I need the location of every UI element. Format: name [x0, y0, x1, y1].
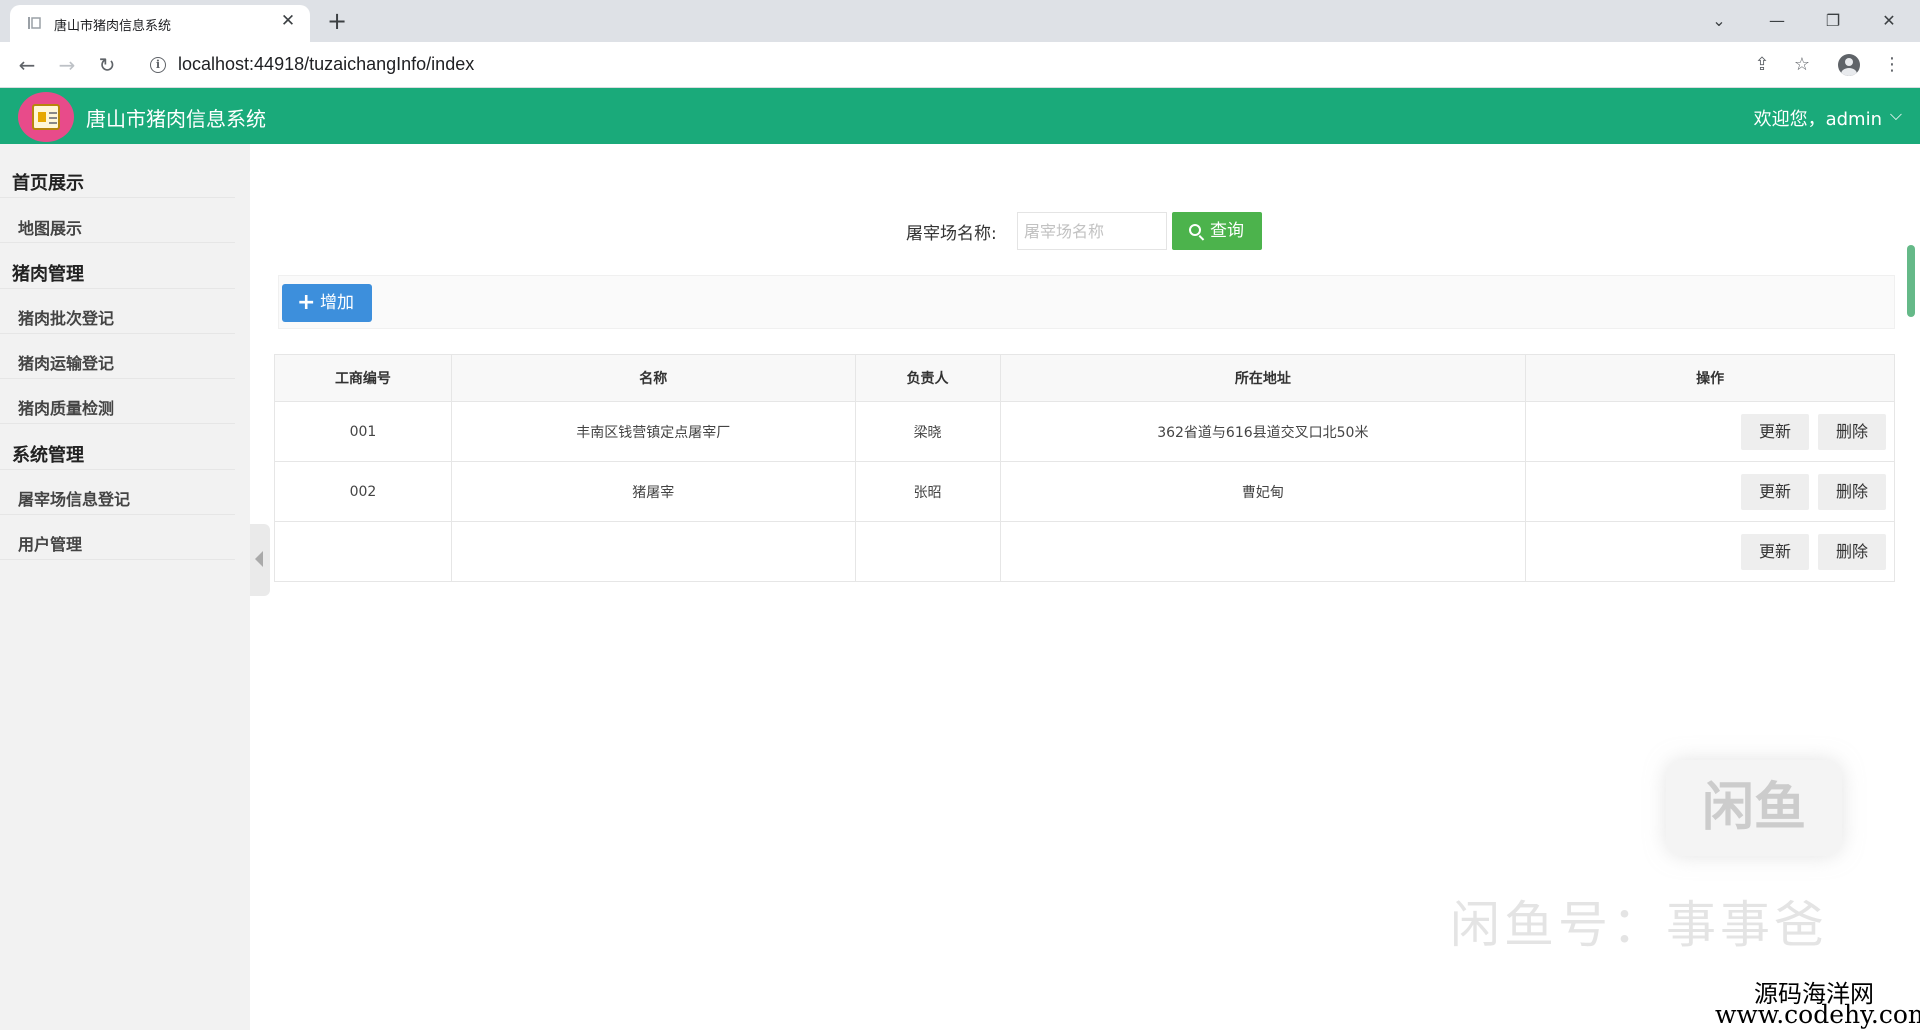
restore-icon[interactable]: ❐ [1818, 6, 1848, 36]
reload-icon[interactable]: ↻ [92, 50, 122, 80]
table-row: 更新 删除 [274, 521, 1895, 582]
sidebar-item-slaughterhouse[interactable]: 屠宰场信息登记 [18, 486, 130, 510]
sidebar-group-pork[interactable]: 猪肉管理 [12, 260, 84, 286]
add-button[interactable]: + 增加 [282, 284, 372, 322]
watermark-logo: 闲鱼 [1666, 760, 1842, 856]
browser-menu-icon[interactable]: ⋮ [1877, 50, 1907, 80]
browser-tab-bar: 唐山市猪肉信息系统 ✕ + ⌄ — ❐ ✕ [0, 0, 1920, 42]
app-header: 唐山市猪肉信息系统 欢迎您，admin ⌵ [0, 88, 1920, 144]
cell-manager: 张昭 [854, 461, 1001, 522]
update-button[interactable]: 更新 [1741, 413, 1809, 450]
close-window-icon[interactable]: ✕ [1874, 6, 1904, 36]
cell-manager: 梁晓 [854, 401, 1001, 462]
browser-toolbar: ← → ↻ i localhost:44918/tuzaichangInfo/i… [0, 42, 1920, 88]
column-header-address[interactable]: 所在地址 [999, 354, 1527, 402]
sidebar-item-quality[interactable]: 猪肉质量检测 [18, 395, 114, 419]
cell-address: 曹妃甸 [999, 461, 1527, 522]
forward-icon[interactable]: → [52, 50, 82, 80]
url-text[interactable]: localhost:44918/tuzaichangInfo/index [178, 54, 474, 75]
cell-actions: 更新 删除 [1525, 461, 1895, 522]
site-watermark-url: www.codehy.com [1715, 1000, 1920, 1029]
tab-title: 唐山市猪肉信息系统 [54, 18, 172, 33]
plus-icon: + [297, 290, 316, 315]
cell-code [274, 521, 452, 582]
table-toolbar: + 增加 [278, 275, 1895, 329]
search-button[interactable]: 查询 [1172, 212, 1262, 250]
table-header-row: 工商编号 名称 负责人 所在地址 操作 [274, 354, 1895, 402]
sidebar: 首页展示 地图展示 猪肉管理 猪肉批次登记 猪肉运输登记 猪肉质量检测 系统管理… [0, 144, 250, 1030]
app-logo [18, 92, 74, 142]
cell-address: 362省道与616县道交叉口北50米 [999, 401, 1527, 462]
cell-code: 002 [274, 461, 452, 522]
tab-close-icon[interactable]: ✕ [278, 11, 298, 31]
page-favicon-icon [28, 17, 41, 29]
delete-button[interactable]: 删除 [1818, 413, 1886, 450]
site-info-icon[interactable]: i [150, 57, 166, 73]
app-title: 唐山市猪肉信息系统 [86, 107, 266, 131]
cell-manager [854, 521, 1001, 582]
column-header-manager[interactable]: 负责人 [854, 354, 1001, 402]
chevron-down-icon[interactable]: ⌵ [1890, 105, 1902, 125]
share-icon[interactable]: ⇪ [1747, 50, 1777, 80]
user-menu[interactable]: 欢迎您，admin [1754, 105, 1882, 131]
cell-actions: 更新 删除 [1525, 401, 1895, 462]
column-header-name[interactable]: 名称 [450, 354, 856, 402]
cell-name [450, 521, 856, 582]
chevron-left-icon [255, 551, 263, 567]
sidebar-item-map[interactable]: 地图展示 [18, 215, 82, 239]
slaughterhouse-table: 工商编号 名称 负责人 所在地址 操作 001 丰南区钱营镇定点屠宰厂 梁晓 3… [274, 354, 1895, 582]
address-bar[interactable]: i localhost:44918/tuzaichangInfo/index [138, 48, 1718, 82]
column-header-actions: 操作 [1525, 354, 1895, 402]
tab-search-chevron-icon[interactable]: ⌄ [1704, 6, 1734, 36]
watermark-text: 闲鱼号：事事爸 [1450, 896, 1828, 954]
back-icon[interactable]: ← [12, 50, 42, 80]
profile-avatar-icon[interactable] [1838, 54, 1860, 76]
new-tab-icon[interactable]: + [324, 8, 350, 34]
search-button-label: 查询 [1210, 221, 1244, 241]
update-button[interactable]: 更新 [1741, 533, 1809, 570]
sidebar-item-users[interactable]: 用户管理 [18, 531, 82, 555]
sidebar-item-transport[interactable]: 猪肉运输登记 [18, 350, 114, 374]
cell-name: 猪屠宰 [450, 461, 856, 522]
minimize-icon[interactable]: — [1762, 6, 1792, 36]
sidebar-group-home[interactable]: 首页展示 [12, 169, 84, 195]
delete-button[interactable]: 删除 [1818, 533, 1886, 570]
cell-address [999, 521, 1527, 582]
search-label: 屠宰场名称: [906, 224, 997, 244]
search-input[interactable] [1017, 212, 1167, 250]
table-row: 001 丰南区钱营镇定点屠宰厂 梁晓 362省道与616县道交叉口北50米 更新… [274, 401, 1895, 462]
sidebar-collapse-button[interactable] [250, 524, 270, 596]
sidebar-item-batch[interactable]: 猪肉批次登记 [18, 305, 114, 329]
search-icon [1189, 224, 1201, 236]
add-button-label: 增加 [320, 293, 354, 313]
bookmark-star-icon[interactable]: ☆ [1787, 50, 1817, 80]
table-row: 002 猪屠宰 张昭 曹妃甸 更新 删除 [274, 461, 1895, 522]
update-button[interactable]: 更新 [1741, 473, 1809, 510]
page-scrollbar[interactable] [1907, 245, 1915, 317]
sidebar-group-system[interactable]: 系统管理 [12, 441, 84, 467]
browser-tab[interactable]: 唐山市猪肉信息系统 ✕ [10, 5, 310, 42]
cell-actions: 更新 删除 [1525, 521, 1895, 582]
delete-button[interactable]: 删除 [1818, 473, 1886, 510]
cell-code: 001 [274, 401, 452, 462]
column-header-code[interactable]: 工商编号 [274, 354, 452, 402]
cell-name: 丰南区钱营镇定点屠宰厂 [450, 401, 856, 462]
